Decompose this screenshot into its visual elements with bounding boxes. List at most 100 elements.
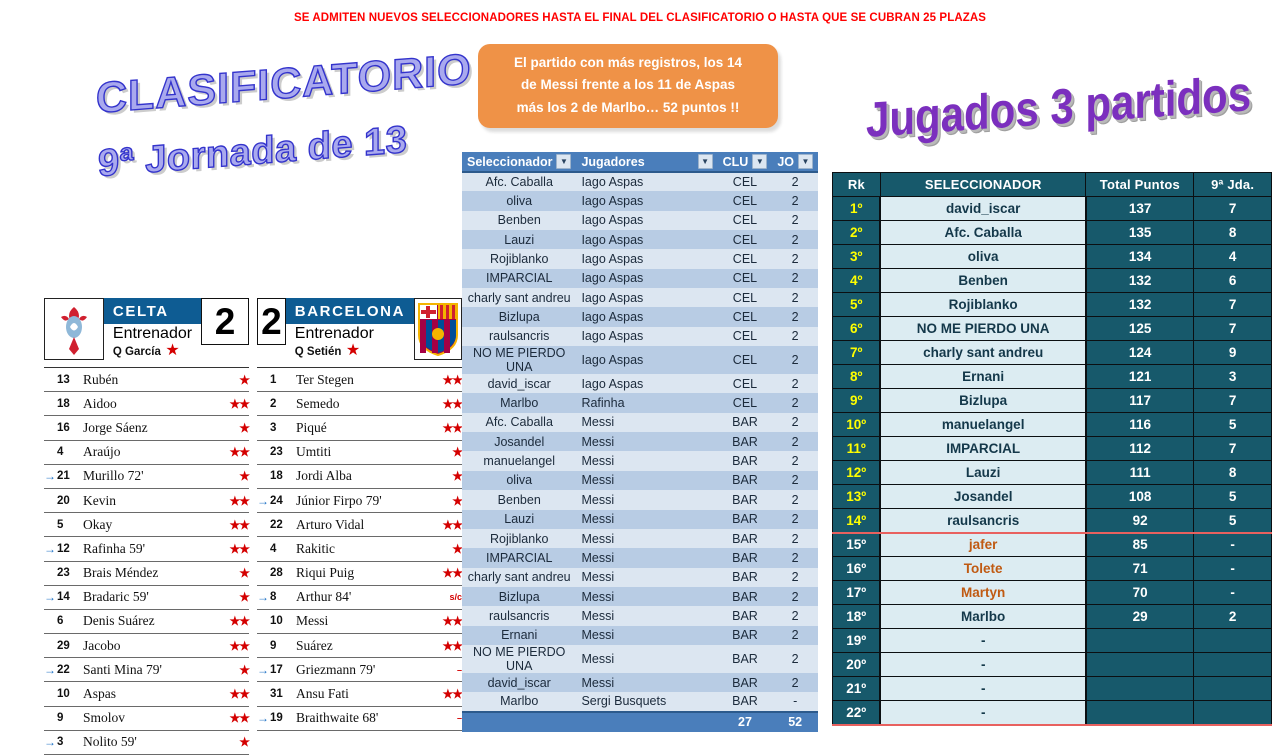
picks-cell-club: BAR bbox=[717, 432, 773, 452]
ranking-jornada-puntos bbox=[1193, 652, 1272, 677]
player-name: Denis Suárez bbox=[83, 613, 155, 629]
ranking-jornada-puntos: 9 bbox=[1193, 340, 1272, 365]
player-name: Nolito 59' bbox=[83, 734, 137, 750]
col-header-clu-label: CLU bbox=[722, 154, 749, 169]
ranking-row: 11º IMPARCIAL 112 7 bbox=[832, 436, 1272, 461]
picks-cell-seleccionador: IMPARCIAL bbox=[462, 548, 577, 568]
player-row: 31 Ansu Fati ★★ bbox=[257, 682, 463, 707]
picks-cell-jornada: 2 bbox=[772, 451, 818, 471]
player-rating-stars: ★★ bbox=[442, 396, 462, 411]
away-coach-star-icon: ★ bbox=[345, 342, 361, 360]
picks-cell-seleccionador: Bizlupa bbox=[462, 307, 577, 327]
player-number: 3 bbox=[57, 736, 64, 749]
ranking-seleccionador: Ernani bbox=[879, 364, 1087, 389]
player-name: Griezmann 79' bbox=[296, 661, 376, 677]
ranking-total-puntos: 132 bbox=[1085, 268, 1195, 293]
ranking-seleccionador: Martyn bbox=[879, 580, 1087, 605]
filter-icon[interactable]: ▼ bbox=[556, 154, 572, 169]
match-card: CELTA Entrenador Q García ★ 2 13 Rubén ★ 18… bbox=[44, 298, 463, 755]
chevron-down-icon-jo[interactable]: ▼ bbox=[798, 154, 813, 169]
ranking-row: 20º - bbox=[832, 652, 1272, 677]
ranking-position: 20º bbox=[832, 652, 881, 677]
picks-cell-club: BAR bbox=[717, 470, 773, 491]
ranking-row: 17º Martyn 70- bbox=[832, 580, 1272, 605]
picks-cell-jugador: Messi bbox=[576, 548, 718, 568]
player-number: 18 bbox=[57, 397, 70, 410]
picks-cell-jornada: 2 bbox=[772, 470, 818, 491]
table-row: NO ME PIERDO UNA Iago Aspas CEL 2 bbox=[462, 346, 818, 375]
home-team-name: CELTA bbox=[103, 298, 202, 325]
ranking-jornada-puntos: - bbox=[1193, 556, 1272, 581]
col-header-seleccionador[interactable]: Seleccionador ▼ bbox=[462, 152, 577, 173]
player-number: 28 bbox=[270, 567, 283, 580]
ranking-total-puntos bbox=[1085, 700, 1195, 726]
picks-cell-seleccionador: Lauzi bbox=[462, 509, 577, 529]
player-number: 14 bbox=[57, 591, 70, 604]
player-number: 1 bbox=[270, 373, 277, 386]
totals-clu: 27 bbox=[717, 710, 773, 732]
barcelona-crest-icon bbox=[414, 298, 462, 360]
player-rating-stars: ★★ bbox=[442, 517, 462, 532]
ranking-seleccionador: IMPARCIAL bbox=[879, 436, 1087, 461]
player-row: 10 Messi ★★ bbox=[257, 610, 463, 635]
table-row: Benben Iago Aspas CEL 2 bbox=[462, 210, 818, 231]
picks-cell-club: BAR bbox=[717, 528, 773, 549]
table-row: david_iscar Iago Aspas CEL 2 bbox=[462, 374, 818, 394]
col-header-jo[interactable]: JO ▼ bbox=[772, 152, 818, 173]
col-header-jugadores[interactable]: Jugadores ▼ bbox=[576, 152, 718, 173]
table-row: Rojiblanko Messi BAR 2 bbox=[462, 528, 818, 549]
player-rating-stars: ★ bbox=[239, 566, 250, 581]
ranking-position: 15º bbox=[832, 532, 881, 557]
ranking-seleccionador: - bbox=[879, 700, 1087, 726]
picks-cell-club: CEL bbox=[717, 393, 773, 413]
ranking-row: 10º manuelangel 116 5 bbox=[832, 412, 1272, 437]
picks-cell-jornada: 2 bbox=[772, 490, 818, 510]
filter-icon-clu[interactable]: ▼ bbox=[752, 154, 768, 169]
ranking-seleccionador: Benben bbox=[879, 268, 1087, 293]
ranking-row: 19º - bbox=[832, 628, 1272, 653]
player-name: Kevin bbox=[83, 492, 116, 508]
picks-cell-club: CEL bbox=[717, 230, 773, 250]
substitution-arrow-icon: → bbox=[257, 711, 269, 726]
picks-cell-seleccionador: Josandel bbox=[462, 432, 577, 452]
away-team-name: BARCELONA bbox=[285, 298, 414, 325]
home-lineup-list: 13 Rubén ★ 18 Aidoo ★★ 16 Jorge Sáenz ★ 4 Araújo ★★… bbox=[44, 367, 250, 755]
player-name: Aidoo bbox=[83, 395, 117, 411]
table-row: Afc. Caballa Messi BAR 2 bbox=[462, 412, 818, 433]
ranking-jornada-puntos: 7 bbox=[1193, 292, 1272, 317]
ranking-total-puntos: 70 bbox=[1085, 580, 1195, 605]
picks-cell-seleccionador: manuelangel bbox=[462, 451, 577, 471]
table-row: raulsancris Iago Aspas CEL 2 bbox=[462, 326, 818, 347]
picks-cell-club: CEL bbox=[717, 346, 773, 375]
player-rating-stars: ★★ bbox=[229, 687, 249, 702]
ranking-position: 9º bbox=[832, 388, 881, 413]
chevron-down-icon[interactable]: ▼ bbox=[697, 154, 713, 169]
picks-cell-jornada: 2 bbox=[772, 644, 818, 673]
picks-cell-jugador: Messi bbox=[576, 586, 718, 607]
player-rating-stars: ★ bbox=[239, 469, 250, 484]
picks-cell-seleccionador: charly sant andreu bbox=[462, 288, 577, 308]
player-row: 20 Kevin ★★ bbox=[44, 489, 250, 514]
picks-cell-jornada: 2 bbox=[772, 412, 818, 433]
ranking-total-puntos: 137 bbox=[1085, 196, 1195, 221]
table-row: david_iscar Messi BAR 2 bbox=[462, 672, 818, 693]
player-row: 13 Rubén ★ bbox=[44, 368, 250, 393]
ranking-jornada-puntos: 5 bbox=[1193, 508, 1272, 534]
home-score: 2 bbox=[201, 298, 249, 345]
picks-cell-seleccionador: david_iscar bbox=[462, 672, 577, 693]
picks-cell-jornada: 2 bbox=[772, 548, 818, 568]
player-number: 17 bbox=[270, 663, 283, 676]
substitution-arrow-icon: → bbox=[44, 469, 56, 484]
picks-cell-jornada: 2 bbox=[772, 528, 818, 549]
col-header-clu[interactable]: CLU ▼ bbox=[717, 152, 773, 173]
ranking-seleccionador: Bizlupa bbox=[879, 388, 1087, 413]
picks-cell-jornada: 2 bbox=[772, 249, 818, 269]
table-row: Ernani Messi BAR 2 bbox=[462, 625, 818, 645]
page-subtitle: 9ª Jornada de 13 bbox=[97, 118, 408, 186]
ranking-jornada-puntos bbox=[1193, 700, 1272, 726]
player-name: Suárez bbox=[296, 637, 333, 653]
picks-cell-seleccionador: Marlbo bbox=[462, 393, 577, 413]
home-team-block: CELTA Entrenador Q García ★ 2 13 Rubén ★ 18… bbox=[44, 298, 250, 755]
player-row: 1 Ter Stegen ★★ bbox=[257, 368, 463, 393]
ranking-position: 14º bbox=[832, 508, 881, 534]
